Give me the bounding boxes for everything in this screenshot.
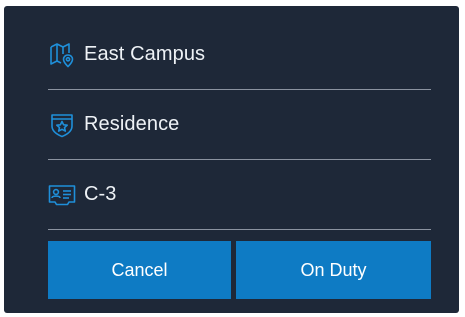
map-pin-icon — [48, 41, 76, 69]
post-row[interactable]: C-3 — [48, 160, 431, 230]
badge-star-icon — [48, 111, 76, 139]
id-card-icon — [48, 181, 76, 209]
building-label: Residence — [84, 113, 180, 135]
cancel-button[interactable]: Cancel — [48, 241, 231, 299]
on-duty-button[interactable]: On Duty — [236, 241, 431, 299]
post-label: C-3 — [84, 183, 117, 205]
campus-label: East Campus — [84, 43, 206, 65]
building-row[interactable]: Residence — [48, 90, 431, 160]
campus-row[interactable]: East Campus — [48, 20, 431, 90]
duty-panel: East Campus Residence C-3 Cancel On Duty — [4, 6, 459, 313]
